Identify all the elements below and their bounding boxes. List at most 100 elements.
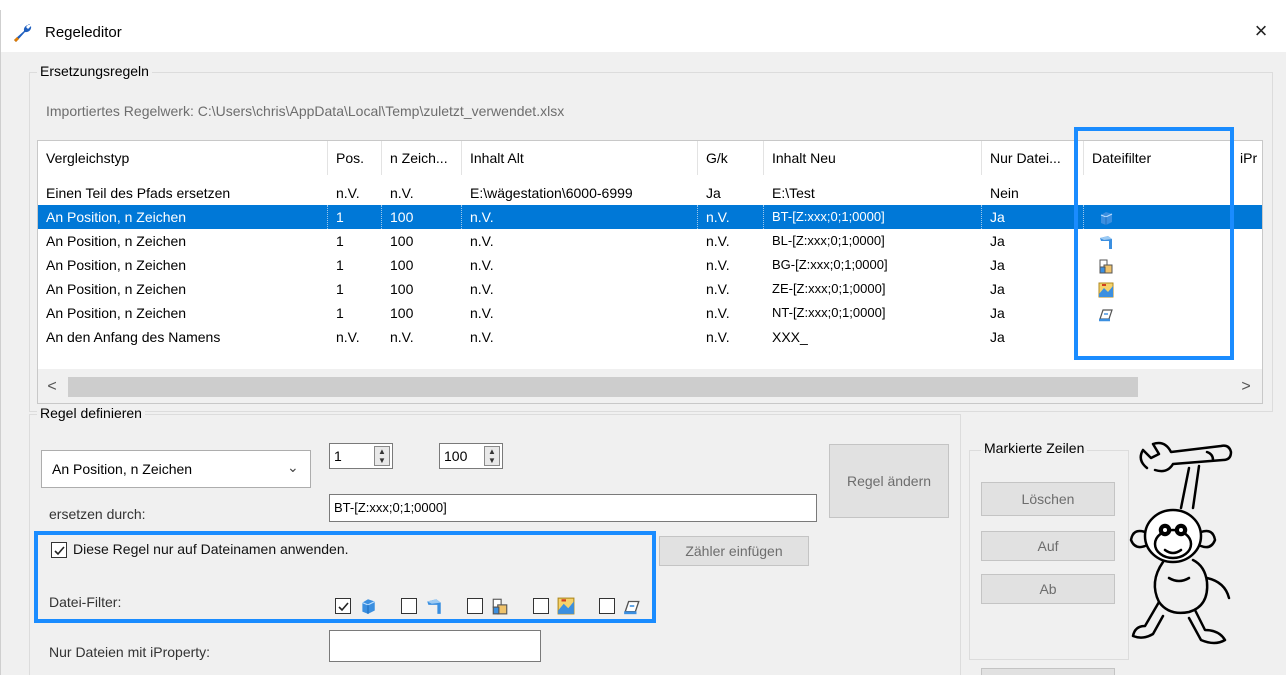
table-cell: Ja	[990, 329, 1005, 345]
spinner-arrows-icon[interactable]: ▲ ▼	[484, 446, 500, 466]
table-cell: An Position, n Zeichen	[46, 281, 187, 297]
checkmark-icon	[54, 546, 65, 556]
table-cell: Ja	[990, 281, 1005, 297]
table-cell: n.V.	[470, 233, 494, 249]
rule-editor-window: Regeleditor × Ersetzungsregeln Importier…	[0, 10, 1286, 675]
wrench-icon	[14, 24, 32, 42]
file-filter-checkbox[interactable]	[467, 598, 483, 614]
only-filenames-label[interactable]: Diese Regel nur auf Dateinamen anwenden.	[73, 541, 349, 557]
dateifilter-column-highlight	[1074, 127, 1234, 360]
scrollbar-thumb[interactable]	[68, 377, 1138, 397]
sheet-metal-icon	[425, 597, 443, 615]
table-cell: 100	[390, 233, 414, 249]
count-spinner[interactable]: 100 ▲ ▼	[439, 443, 503, 469]
iproperty-cell	[1232, 181, 1262, 205]
title-bar: Regeleditor ×	[1, 10, 1286, 52]
down-button[interactable]: Ab	[981, 574, 1115, 604]
spinner-arrows-icon[interactable]: ▲ ▼	[374, 446, 390, 466]
iproperty-input[interactable]	[329, 630, 541, 662]
table-cell: 1	[328, 205, 382, 229]
table-cell: 100	[390, 305, 414, 321]
scroll-right-icon[interactable]: >	[1236, 377, 1256, 397]
table-cell: 1	[336, 305, 344, 321]
compare-type-value: An Position, n Zeichen	[52, 461, 193, 477]
count-value: 100	[444, 448, 468, 464]
table-cell: 100	[390, 257, 414, 273]
table-cell: n.V.	[470, 281, 494, 297]
col-header-gk[interactable]: G/k	[698, 141, 764, 175]
delete-all-button[interactable]	[981, 668, 1115, 675]
insert-counter-button[interactable]: Zähler einfügen	[659, 536, 809, 566]
chevron-down-icon: ⌄	[287, 459, 299, 475]
table-cell: NT-[Z:xxx;0;1;0000]	[772, 305, 886, 320]
position-value: 1	[334, 448, 342, 464]
window-title: Regeleditor	[45, 24, 122, 41]
col-header-nur-dateinamen[interactable]: Nur Datei...	[982, 141, 1084, 175]
table-cell: An Position, n Zeichen	[46, 233, 187, 249]
table-cell: XXX_	[772, 329, 808, 345]
col-header-n-zeichen[interactable]: n Zeich...	[382, 141, 462, 175]
table-cell: n.V.	[706, 281, 730, 297]
table-cell: n.V.	[462, 205, 698, 229]
table-cell: 1	[336, 233, 344, 249]
iproperty-cell	[1232, 301, 1262, 325]
marked-rows-label: Markierte Zeilen	[981, 440, 1088, 456]
table-cell: 100	[390, 281, 414, 297]
table-cell: Ja	[706, 185, 721, 201]
scroll-left-icon[interactable]: <	[42, 377, 62, 397]
file-filter-checkbox[interactable]	[401, 598, 417, 614]
table-cell: Ja	[990, 305, 1005, 321]
table-cell: n.V.	[390, 329, 414, 345]
part-icon	[359, 597, 377, 615]
up-button[interactable]: Auf	[981, 531, 1115, 561]
iproperty-cell	[1232, 229, 1262, 253]
table-cell: An den Anfang des Namens	[46, 329, 221, 345]
col-header-pos[interactable]: Pos.	[328, 141, 382, 175]
change-rule-button[interactable]: Regel ändern	[829, 444, 949, 518]
replace-with-label: ersetzen durch:	[49, 506, 146, 522]
table-cell: n.V.	[698, 205, 764, 229]
file-filter-checkbox[interactable]	[599, 598, 615, 614]
replace-with-value: BT-[Z:xxx;0;1;0000]	[334, 500, 447, 515]
table-cell: 1	[336, 281, 344, 297]
assembly-icon	[491, 597, 509, 615]
iproperty-cell	[1232, 277, 1262, 301]
checkmark-icon	[338, 602, 349, 612]
table-cell: n.V.	[390, 185, 414, 201]
table-cell: Ja	[990, 233, 1005, 249]
iproperty-label: Nur Dateien mit iProperty:	[49, 644, 211, 660]
table-cell: E:\Test	[772, 185, 815, 201]
table-cell: BG-[Z:xxx;0;1;0000]	[772, 257, 888, 272]
table-cell: ZE-[Z:xxx;0;1;0000]	[772, 281, 886, 296]
only-filenames-checkbox[interactable]	[51, 542, 67, 558]
col-header-vergleichstyp[interactable]: Vergleichstyp	[38, 141, 328, 175]
monkey-mascot-icon	[1129, 441, 1233, 645]
col-header-inhalt-alt[interactable]: Inhalt Alt	[462, 141, 698, 175]
iproperty-cell	[1232, 253, 1262, 277]
table-cell: n.V.	[470, 329, 494, 345]
imported-ruleset-path: Importiertes Regelwerk: C:\Users\chris\A…	[46, 103, 565, 119]
col-header-inhalt-neu[interactable]: Inhalt Neu	[764, 141, 982, 175]
col-header-iproperty[interactable]: iPr	[1232, 141, 1262, 175]
table-cell: Einen Teil des Pfads ersetzen	[46, 185, 231, 201]
file-filter-checkbox[interactable]	[335, 598, 351, 614]
horizontal-scrollbar[interactable]: < >	[38, 369, 1262, 403]
table-cell: An Position, n Zeichen	[46, 305, 187, 321]
file-filter-checkbox[interactable]	[533, 598, 549, 614]
replace-with-input[interactable]: BT-[Z:xxx;0;1;0000]	[329, 494, 817, 522]
table-cell: 100	[382, 205, 462, 229]
table-cell: An Position, n Zeichen	[38, 205, 328, 229]
table-cell: BT-[Z:xxx;0;1;0000]	[764, 205, 982, 229]
table-cell: n.V.	[336, 185, 360, 201]
compare-type-dropdown[interactable]: An Position, n Zeichen ⌄	[41, 450, 311, 488]
close-button[interactable]: ×	[1241, 14, 1281, 48]
replacement-rules-label: Ersetzungsregeln	[37, 63, 152, 79]
table-cell: n.V.	[470, 257, 494, 273]
delete-button[interactable]: Löschen	[981, 482, 1115, 516]
table-cell: n.V.	[706, 329, 730, 345]
table-cell: An Position, n Zeichen	[46, 257, 187, 273]
position-spinner[interactable]: 1 ▲ ▼	[329, 443, 393, 469]
iproperty-cell	[1232, 325, 1262, 349]
table-cell: n.V.	[336, 329, 360, 345]
table-cell: 1	[336, 257, 344, 273]
